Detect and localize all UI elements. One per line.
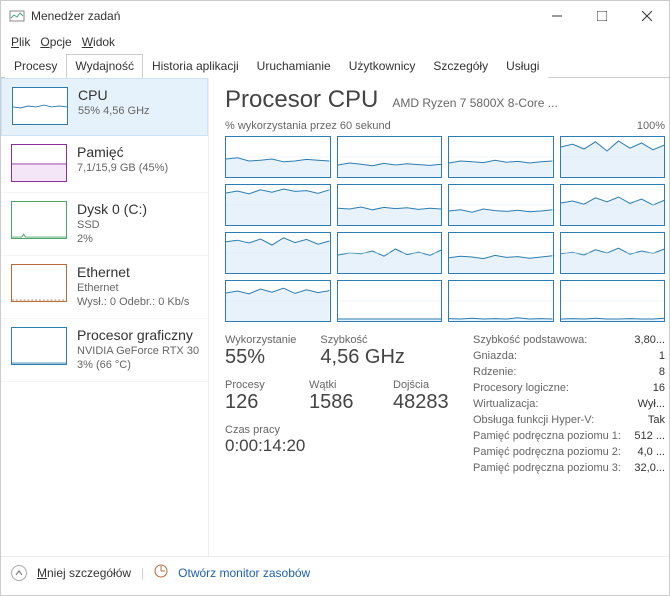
base-speed-value: 3,80...: [634, 334, 665, 346]
cpu-sub: 55% 4,56 GHz: [78, 105, 150, 117]
sockets-label: Gniazda:: [473, 350, 517, 362]
window-title: Menedżer zadań: [31, 9, 534, 23]
l2-value: 4,0 ...: [637, 446, 665, 458]
gpu-sub2: 3% (66 °C): [77, 359, 198, 371]
menu-options[interactable]: Opcje: [36, 33, 75, 51]
hyperv-value: Tak: [648, 414, 665, 426]
resource-monitor-icon: [154, 564, 168, 581]
speed-label: Szybkość: [320, 334, 404, 346]
tab-services[interactable]: Usługi: [497, 54, 548, 78]
memory-thumb-icon: [11, 144, 67, 182]
tab-startup[interactable]: Uruchamianie: [248, 54, 340, 78]
menu-view[interactable]: Widok: [78, 33, 119, 51]
core-cell-15: [560, 280, 666, 322]
l1-label: Pamięć podręczna poziomu 1:: [473, 430, 621, 442]
utilization-value: 55%: [225, 346, 296, 369]
processes-label: Procesy: [225, 379, 285, 391]
core-grid[interactable]: [225, 136, 665, 322]
l3-value: 32,0...: [634, 462, 665, 474]
core-cell-12: [225, 280, 331, 322]
utilization-label: Wykorzystanie: [225, 334, 296, 346]
ethernet-sub1: Ethernet: [77, 282, 189, 294]
chevron-up-icon[interactable]: [11, 565, 27, 581]
cpu-title: CPU: [78, 87, 150, 103]
memory-sub: 7,1/15,9 GB (45%): [77, 162, 168, 174]
close-button[interactable]: [624, 1, 669, 31]
sidebar: CPU 55% 4,56 GHz Pamięć 7,1/15,9 GB (45%…: [1, 78, 209, 556]
memory-title: Pamięć: [77, 144, 168, 160]
core-cell-10: [448, 232, 554, 274]
sidebar-item-ethernet[interactable]: Ethernet Ethernet Wysł.: 0 Odebr.: 0 Kb/…: [1, 256, 208, 319]
open-resource-monitor-link[interactable]: Otwórz monitor zasobów: [178, 566, 310, 580]
tab-app-history[interactable]: Historia aplikacji: [143, 54, 248, 78]
page-title: Procesor CPU: [225, 86, 378, 114]
handles-label: Dojścia: [393, 379, 453, 391]
virtualization-label: Wirtualizacja:: [473, 398, 538, 410]
core-cell-8: [225, 232, 331, 274]
core-cell-11: [560, 232, 666, 274]
gpu-sub1: NVIDIA GeForce RTX 30: [77, 345, 198, 357]
cpu-model: AMD Ryzen 7 5800X 8-Core ...: [392, 96, 665, 110]
hyperv-label: Obsługa funkcji Hyper-V:: [473, 414, 594, 426]
handles-value: 48283: [393, 391, 453, 414]
core-cell-3: [560, 136, 666, 178]
disk-title: Dysk 0 (C:): [77, 201, 147, 217]
logical-value: 16: [653, 382, 665, 394]
graph-label: % wykorzystania przez 60 sekund: [225, 120, 391, 132]
ethernet-title: Ethernet: [77, 264, 189, 280]
core-cell-2: [448, 136, 554, 178]
sidebar-item-gpu[interactable]: Procesor graficzny NVIDIA GeForce RTX 30…: [1, 319, 208, 382]
app-icon: [9, 8, 25, 24]
core-cell-0: [225, 136, 331, 178]
disk-thumb-icon: [11, 201, 67, 239]
l3-label: Pamięć podręczna poziomu 3:: [473, 462, 621, 474]
disk-sub1: SSD: [77, 219, 147, 231]
tab-performance[interactable]: Wydajność: [66, 54, 143, 78]
core-cell-14: [448, 280, 554, 322]
main-panel: Procesor CPU AMD Ryzen 7 5800X 8-Core ..…: [209, 78, 669, 556]
core-cell-6: [448, 184, 554, 226]
tab-processes[interactable]: Procesy: [5, 54, 66, 78]
disk-sub2: 2%: [77, 233, 147, 245]
threads-label: Wątki: [309, 379, 369, 391]
tab-users[interactable]: Użytkownicy: [340, 54, 425, 78]
uptime-label: Czas pracy: [225, 424, 453, 436]
fewer-details-link[interactable]: Mniej szczegółów: [37, 566, 131, 580]
menu-file[interactable]: Plik: [7, 33, 34, 51]
maximize-button[interactable]: [579, 1, 624, 31]
base-speed-label: Szybkość podstawowa:: [473, 334, 587, 346]
sidebar-item-cpu[interactable]: CPU 55% 4,56 GHz: [1, 78, 208, 136]
threads-value: 1586: [309, 391, 369, 414]
uptime-value: 0:00:14:20: [225, 436, 453, 456]
l2-label: Pamięć podręczna poziomu 2:: [473, 446, 621, 458]
cpu-thumb-icon: [12, 87, 68, 125]
logical-label: Procesory logiczne:: [473, 382, 569, 394]
sidebar-item-disk[interactable]: Dysk 0 (C:) SSD 2%: [1, 193, 208, 256]
speed-value: 4,56 GHz: [320, 346, 404, 369]
gpu-thumb-icon: [11, 327, 67, 365]
ethernet-thumb-icon: [11, 264, 67, 302]
gpu-title: Procesor graficzny: [77, 327, 198, 343]
cores-value: 8: [659, 366, 665, 378]
sockets-value: 1: [659, 350, 665, 362]
core-cell-7: [560, 184, 666, 226]
graph-max: 100%: [637, 120, 665, 132]
core-cell-1: [337, 136, 443, 178]
core-cell-5: [337, 184, 443, 226]
tab-details[interactable]: Szczegóły: [424, 54, 497, 78]
processes-value: 126: [225, 391, 285, 414]
cores-label: Rdzenie:: [473, 366, 516, 378]
minimize-button[interactable]: [534, 1, 579, 31]
sidebar-item-memory[interactable]: Pamięć 7,1/15,9 GB (45%): [1, 136, 208, 193]
virtualization-value: Wył...: [638, 398, 665, 410]
core-cell-4: [225, 184, 331, 226]
ethernet-sub2: Wysł.: 0 Odebr.: 0 Kb/s: [77, 296, 189, 308]
l1-value: 512 ...: [634, 430, 665, 442]
core-cell-13: [337, 280, 443, 322]
core-cell-9: [337, 232, 443, 274]
